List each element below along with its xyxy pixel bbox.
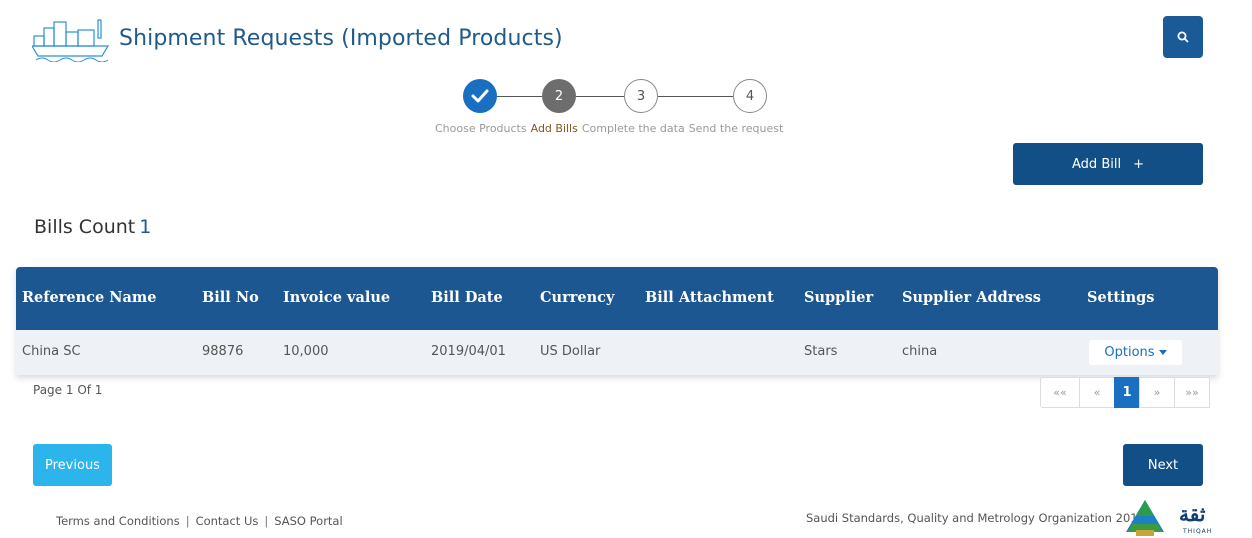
cell-supplier-address: china — [902, 344, 938, 359]
caret-down-icon — [1158, 350, 1167, 355]
thiqah-logo: ثقة — [1179, 502, 1206, 526]
footer-links: Terms and Conditions | Contact Us | SASO Por… — [56, 514, 343, 528]
thiqah-logo-text: THIQAH — [1183, 528, 1213, 535]
page-title: Shipment Requests (Imported Products) — [119, 26, 563, 51]
step-4: 4 — [733, 79, 767, 113]
previous-button[interactable]: Previous — [33, 444, 112, 486]
pagination-page-1[interactable]: 1 — [1114, 377, 1140, 408]
cell-bill-no: 98876 — [202, 344, 244, 359]
pagination-next[interactable]: » — [1139, 377, 1175, 408]
pagination-last[interactable]: »» — [1174, 377, 1210, 408]
stepper-labels: Choose Products Add Bills Complete the dat… — [435, 122, 787, 135]
saso-portal-link[interactable]: SASO Portal — [274, 514, 342, 528]
step-label-complete-data: Complete the data — [581, 122, 685, 135]
step-2-active: 2 — [542, 79, 576, 113]
cell-invoice-value: 10,000 — [283, 344, 329, 359]
footer-separator: | — [185, 514, 190, 528]
col-supplier-address: Supplier Address — [902, 289, 1041, 306]
bills-count: Bills Count 1 — [34, 216, 151, 238]
footer-org: Saudi Standards, Quality and Metrology O… — [806, 511, 1145, 525]
cell-currency: US Dollar — [540, 344, 601, 359]
table-row: China SC 98876 10,000 2019/04/01 US Doll… — [16, 330, 1218, 375]
cell-bill-date: 2019/04/01 — [431, 344, 506, 359]
bills-count-label: Bills Count — [34, 216, 136, 238]
contact-link[interactable]: Contact Us — [196, 514, 259, 528]
bills-table: Reference Name Bill No Invoice value Bil… — [16, 267, 1218, 375]
plus-icon: + — [1133, 156, 1144, 172]
bills-count-value: 1 — [139, 216, 152, 238]
col-settings: Settings — [1087, 289, 1155, 306]
cell-supplier: Stars — [804, 344, 838, 359]
col-bill-attachment: Bill Attachment — [645, 289, 774, 306]
stepper-line — [497, 96, 542, 97]
page-info: Page 1 Of 1 — [33, 383, 103, 397]
col-invoice-value: Invoice value — [283, 289, 391, 306]
col-currency: Currency — [540, 289, 615, 306]
step-label-add-bills: Add Bills — [530, 122, 578, 135]
search-button[interactable] — [1163, 16, 1203, 58]
col-supplier: Supplier — [804, 289, 874, 306]
shipment-icon — [32, 19, 110, 62]
col-bill-no: Bill No — [202, 289, 259, 306]
col-reference-name: Reference Name — [22, 289, 157, 306]
stepper-line — [576, 96, 624, 97]
pagination-first[interactable]: «« — [1040, 377, 1080, 408]
col-bill-date: Bill Date — [431, 289, 503, 306]
step-1-done — [463, 79, 497, 113]
footer-separator: | — [264, 514, 269, 528]
options-label: Options — [1104, 345, 1155, 360]
table-header: Reference Name Bill No Invoice value Bil… — [16, 267, 1218, 330]
next-button[interactable]: Next — [1123, 444, 1203, 486]
options-dropdown-button[interactable]: Options — [1089, 340, 1182, 365]
stepper-line — [658, 96, 733, 97]
search-icon — [1177, 31, 1189, 43]
saso-logo — [1126, 500, 1164, 536]
pagination: «« « 1 » »» — [1040, 377, 1210, 408]
add-bill-button[interactable]: Add Bill + — [1013, 143, 1203, 185]
cell-reference-name: China SC — [22, 344, 81, 359]
step-label-choose-products: Choose Products — [435, 122, 527, 135]
step-label-send-request: Send the request — [688, 122, 784, 135]
check-icon — [471, 89, 489, 103]
add-bill-label: Add Bill — [1072, 156, 1122, 172]
step-3: 3 — [624, 79, 658, 113]
terms-link[interactable]: Terms and Conditions — [56, 514, 180, 528]
pagination-prev[interactable]: « — [1079, 377, 1115, 408]
